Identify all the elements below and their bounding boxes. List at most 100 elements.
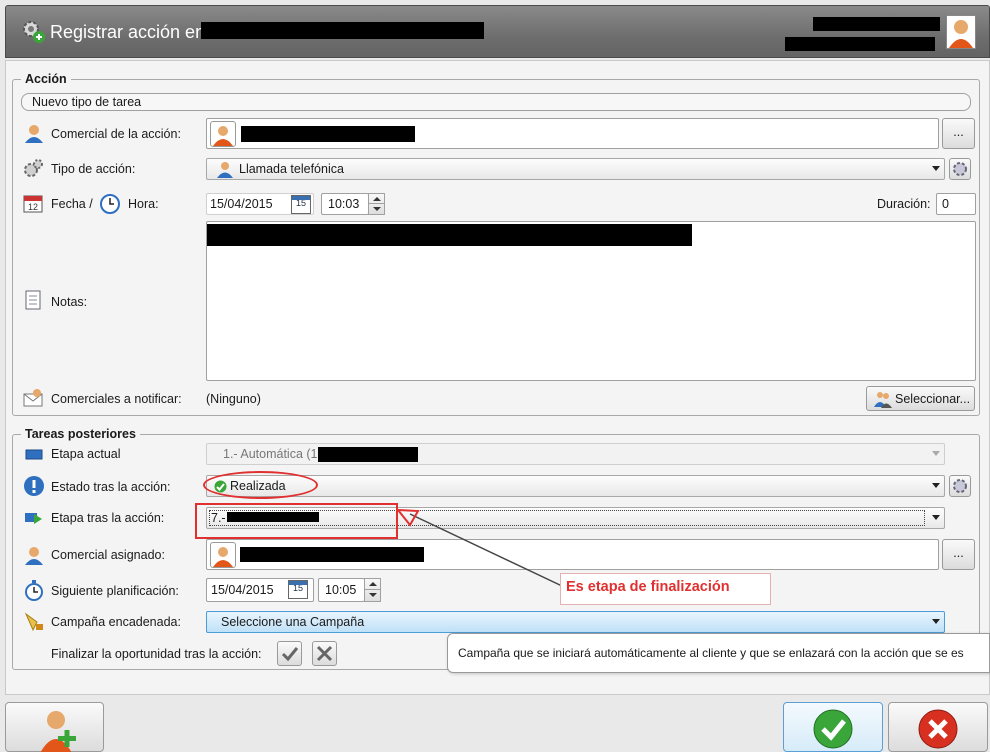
seleccionar-label: Seleccionar... [895,392,971,406]
spin-down-icon[interactable] [369,204,384,214]
tipo-label: Tipo de acción: [51,162,136,176]
redacted-etapa-actual [318,447,418,462]
annotation-text: Es etapa de finalización [566,579,730,595]
comercial-avatar [210,121,236,147]
annotation-label-box: Es etapa de finalización [560,573,771,605]
finalizar-no-button[interactable] [312,641,337,666]
redacted-notes [207,224,692,246]
notificar-label: Comerciales a notificar: [51,392,182,406]
chevron-down-icon [932,515,940,520]
etapa-actual-select: 1.- Automática (1.- [206,443,945,465]
chevron-down-icon [932,166,940,171]
accion-legend: Acción [25,72,67,86]
stage-arrow-icon [25,513,42,524]
chevron-down-icon [932,483,940,488]
gear-icon [953,479,967,493]
notes-icon [25,290,41,310]
browse-comercial-asignado-button[interactable]: ... [942,539,975,570]
seleccionar-button[interactable]: Seleccionar... [866,386,975,411]
hora-spinner[interactable] [368,193,385,215]
stage-icon [25,449,43,460]
people-icon [874,392,892,408]
campana-select[interactable]: Seleccione una Campaña [206,611,945,633]
add-user-icon [40,711,76,752]
gears-add-icon [23,21,45,43]
person-orange-icon [213,547,233,567]
stopwatch-icon [25,580,43,601]
chevron-down-icon [932,619,940,624]
duracion-label: Duración: [877,197,931,211]
annotation-arrow [396,508,563,587]
annotation-ellipse [203,471,318,499]
etapa-tras-label: Etapa tras la acción: [51,511,165,525]
spin-up-icon[interactable] [369,194,384,204]
redacted-comercial [241,126,415,142]
estado-config-button[interactable] [949,475,971,497]
user-avatar[interactable] [946,15,976,49]
comercial-asignado-label: Comercial asignado: [51,548,165,562]
check-icon [281,647,299,662]
hora-label: Hora: [128,197,159,211]
etapa-actual-label: Etapa actual [51,447,121,461]
cancel-button[interactable] [888,702,988,752]
clock-icon [100,194,120,214]
tooltip: Campaña que se iniciará automáticamente … [447,633,990,673]
finalizar-label: Finalizar la oportunidad tras la acción: [51,647,262,661]
spin-up-icon[interactable] [365,579,380,590]
siguiente-hora-value: 10:05 [325,583,357,597]
finalizar-yes-button[interactable] [277,641,302,666]
user-avatar-icon [949,20,973,48]
spin-down-icon[interactable] [365,590,380,601]
tipo-value: Llamada telefónica [239,162,344,176]
redacted-user-info [785,37,935,51]
duracion-value: 0 [942,197,949,211]
tareas-legend: Tareas posteriores [25,427,136,441]
task-type-input[interactable]: Nuevo tipo de tarea [21,93,971,111]
notas-label: Notas: [51,295,88,309]
cancel-x-icon [918,709,958,749]
siguiente-hora-input[interactable]: 10:05 [318,578,365,602]
gear-icon [953,162,967,176]
person-icon [25,125,43,143]
info-icon [24,476,44,496]
browse-comercial-button[interactable]: ... [942,118,975,149]
gears-icon [24,159,43,177]
siguiente-fecha-value: 15/04/2015 [211,583,274,597]
redacted-title [201,22,484,39]
add-user-button[interactable] [5,702,104,752]
person-orange-icon [213,126,233,146]
comercial-label: Comercial de la acción: [51,127,181,141]
date-picker-icon[interactable]: 15 [291,195,311,214]
ok-button[interactable] [783,702,883,752]
svg-text:12: 12 [28,202,38,212]
tipo-config-button[interactable] [949,158,971,180]
x-icon [316,645,333,662]
calendar-icon: 12 [23,195,43,213]
hora-input[interactable]: 10:03 [321,193,369,215]
notificar-value: (Ninguno) [206,392,261,406]
siguiente-hora-spinner[interactable] [364,578,381,602]
redacted-user-name [813,17,940,31]
campana-label: Campaña encadenada: [51,615,181,629]
annotation-box [195,503,398,539]
ok-check-icon [813,709,853,749]
duracion-input[interactable]: 0 [936,193,976,215]
task-type-text: Nuevo tipo de tarea [32,95,142,109]
envelope-icon [23,389,43,407]
person-icon [217,162,233,178]
chevron-down-icon [932,451,940,456]
tipo-select[interactable]: Llamada telefónica [206,158,945,180]
siguiente-label: Siguiente planificación: [51,584,179,598]
date-picker-icon[interactable]: 15 [288,580,308,599]
hora-value: 10:03 [328,197,360,211]
etapa-actual-value: 1.- Automática (1.- [223,447,326,461]
window-title: Registrar acción en [50,22,206,42]
campana-value: Seleccione una Campaña [221,615,365,629]
fecha-label: Fecha / [51,197,93,211]
comercial-asignado-avatar [210,542,236,568]
fecha-value: 15/04/2015 [210,197,273,211]
person-icon [25,547,43,565]
estado-label: Estado tras la acción: [51,480,171,494]
tooltip-text: Campaña que se iniciará automáticamente … [458,646,964,660]
megaphone-icon [24,612,43,632]
